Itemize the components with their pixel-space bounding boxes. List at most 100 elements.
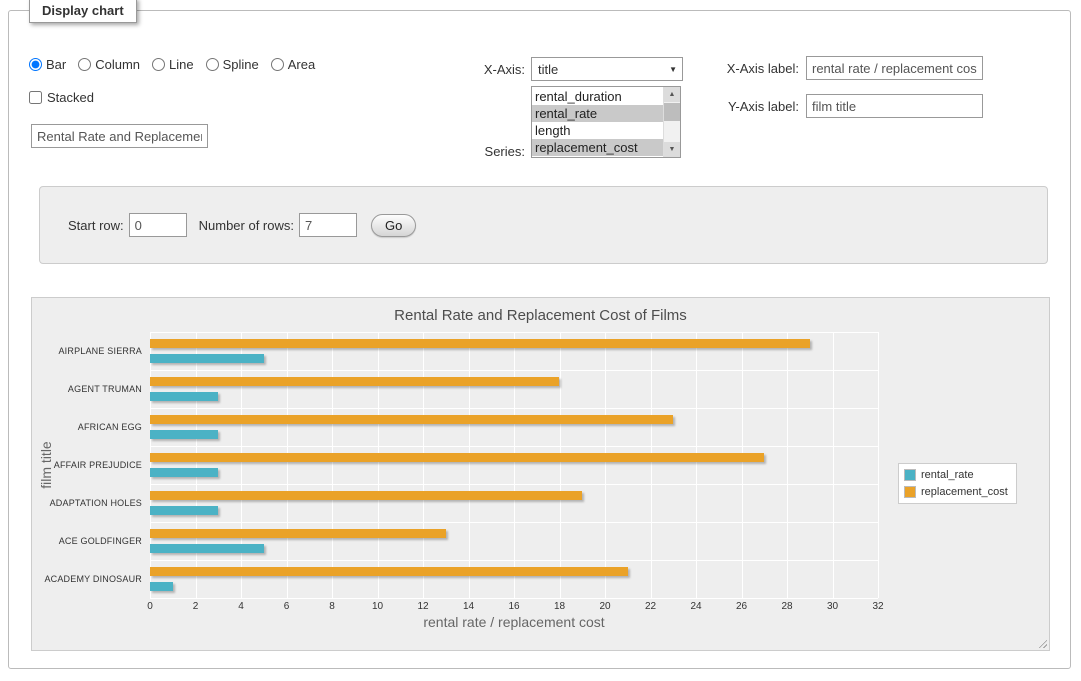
gridline-horizontal (150, 598, 878, 599)
bar-replacement_cost (150, 339, 810, 348)
series-option-length[interactable]: length (532, 122, 663, 139)
go-button[interactable]: Go (371, 214, 416, 237)
page: Display chart Bar Column Line Spline Area St… (0, 0, 1081, 681)
gridline-horizontal (150, 560, 878, 561)
gridline-horizontal (150, 408, 878, 409)
x-tick-label: 30 (818, 601, 848, 612)
bar-replacement_cost (150, 567, 628, 576)
gridline-horizontal (150, 370, 878, 371)
scroll-down-icon[interactable]: ▼ (664, 142, 680, 157)
chart-type-radio-area[interactable] (271, 58, 284, 71)
gridline-horizontal (150, 446, 878, 447)
bar-rental_rate (150, 582, 173, 591)
chart-type-radio-line[interactable] (152, 58, 165, 71)
x-tick-label: 32 (863, 601, 893, 612)
x-tick-label: 20 (590, 601, 620, 612)
chart-type-option-spline[interactable]: Spline (206, 57, 259, 72)
chart-type-option-area[interactable]: Area (271, 57, 315, 72)
gridline-vertical (742, 332, 743, 598)
bar-replacement_cost (150, 415, 673, 424)
x-tick-label: 8 (317, 601, 347, 612)
bar-replacement_cost (150, 377, 559, 386)
resize-handle-icon[interactable] (1036, 637, 1047, 648)
category-label: ADAPTATION HOLES (32, 498, 142, 509)
series-option-replacement_cost[interactable]: replacement_cost (532, 139, 663, 156)
gridline-vertical (150, 332, 151, 598)
stacked-checkbox-row[interactable]: Stacked (29, 90, 94, 105)
series-listbox[interactable]: rental_durationrental_ratelengthreplacem… (531, 86, 681, 158)
stacked-label: Stacked (47, 90, 94, 105)
chart-type-label: Column (95, 57, 140, 72)
gridline-horizontal (150, 484, 878, 485)
chart-type-option-column[interactable]: Column (78, 57, 140, 72)
bar-rental_rate (150, 544, 264, 553)
bar-rental_rate (150, 354, 264, 363)
chart-type-radio-bar[interactable] (29, 58, 42, 71)
series-list-label: Series: (409, 144, 525, 159)
gridline-vertical (332, 332, 333, 598)
x-tick-label: 18 (545, 601, 575, 612)
bar-rental_rate (150, 506, 218, 515)
category-label: AIRPLANE SIERRA (32, 346, 142, 357)
bar-rental_rate (150, 430, 218, 439)
plot-area (150, 332, 878, 598)
chart-x-axis-title: rental rate / replacement cost (150, 614, 878, 630)
chart-type-label: Area (288, 57, 315, 72)
start-row-label: Start row: (68, 218, 124, 233)
gridline-horizontal (150, 522, 878, 523)
y-axis-label-input[interactable] (806, 94, 983, 118)
num-rows-input[interactable] (299, 213, 357, 237)
x-tick-label: 22 (636, 601, 666, 612)
x-axis-label-field-label: X-Axis label: (643, 61, 799, 76)
chart-type-option-bar[interactable]: Bar (29, 57, 66, 72)
legend-swatch (904, 469, 916, 481)
chart-type-option-line[interactable]: Line (152, 57, 194, 72)
legend-label: rental_rate (921, 469, 974, 481)
legend-swatch (904, 486, 916, 498)
chart-area: Rental Rate and Replacement Cost of Film… (31, 297, 1050, 651)
gridline-vertical (605, 332, 606, 598)
x-tick-label: 12 (408, 601, 438, 612)
x-tick-label: 14 (454, 601, 484, 612)
gridline-vertical (241, 332, 242, 598)
bar-replacement_cost (150, 529, 446, 538)
x-axis-select-label: X-Axis: (409, 62, 525, 77)
gridline-vertical (378, 332, 379, 598)
category-label: AFRICAN EGG (32, 422, 142, 433)
gridline-vertical (696, 332, 697, 598)
x-tick-label: 24 (681, 601, 711, 612)
legend-item-rental_rate: rental_rate (904, 469, 1008, 481)
display-chart-fieldset: Display chart BarColumnLineSplineArea St… (8, 10, 1071, 669)
legend-label: replacement_cost (921, 486, 1008, 498)
x-tick-label: 2 (181, 601, 211, 612)
category-label: ACE GOLDFINGER (32, 536, 142, 547)
listbox-scrollbar[interactable]: ▲ ▼ (663, 87, 680, 157)
chart-type-radio-column[interactable] (78, 58, 91, 71)
stacked-checkbox[interactable] (29, 91, 42, 104)
gridline-vertical (514, 332, 515, 598)
x-axis-selected-value: title (538, 62, 558, 77)
chart-title-input[interactable] (31, 124, 208, 148)
legend-item-replacement_cost: replacement_cost (904, 486, 1008, 498)
gridline-vertical (423, 332, 424, 598)
x-axis-label-input[interactable] (806, 56, 983, 80)
chart-legend: rental_rate replacement_cost (898, 463, 1017, 504)
num-rows-label: Number of rows: (199, 218, 294, 233)
gridline-vertical (787, 332, 788, 598)
gridline-vertical (560, 332, 561, 598)
chart-type-radio-spline[interactable] (206, 58, 219, 71)
rows-panel: Start row: Number of rows: Go (39, 186, 1048, 264)
gridline-vertical (287, 332, 288, 598)
x-tick-label: 6 (272, 601, 302, 612)
chart-type-radio-group: Bar Column Line Spline Area (29, 57, 315, 72)
x-tick-label: 10 (363, 601, 393, 612)
x-tick-label: 16 (499, 601, 529, 612)
gridline-vertical (196, 332, 197, 598)
category-label: AGENT TRUMAN (32, 384, 142, 395)
start-row-input[interactable] (129, 213, 187, 237)
chart-type-label: Spline (223, 57, 259, 72)
gridline-horizontal (150, 332, 878, 333)
gridline-vertical (469, 332, 470, 598)
panel-title: Display chart (29, 0, 137, 23)
chart-title: Rental Rate and Replacement Cost of Film… (32, 307, 1049, 324)
